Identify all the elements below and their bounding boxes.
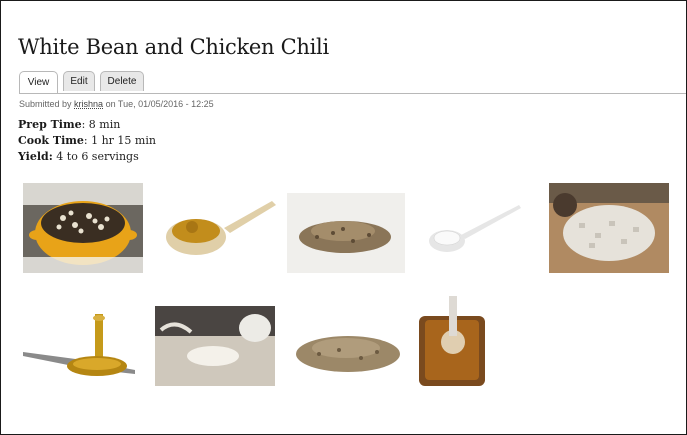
cook-time-label: Cook Time (18, 134, 84, 147)
tab-view-label: View (27, 77, 50, 88)
chili-pot-image[interactable] (23, 183, 143, 273)
prep-time-row: Prep Time: 8 min (18, 117, 156, 133)
tab-bar: View Edit Delete (19, 71, 686, 94)
recipe-fields: Prep Time: 8 min Cook Time: 1 hr 15 min … (18, 117, 156, 165)
chopped-onion-image[interactable] (549, 183, 669, 273)
submitted-info: Submitted by krishna on Tue, 01/05/2016 … (19, 99, 214, 109)
page-title: White Bean and Chicken Chili (18, 35, 329, 59)
ground-spice-image[interactable] (291, 306, 405, 386)
yield-value: 4 to 6 servings (52, 150, 139, 163)
author-link[interactable]: krishna (74, 99, 103, 109)
cumin-spoon-image[interactable] (164, 193, 276, 263)
tab-edit-label: Edit (70, 76, 88, 87)
prep-time-value: : 8 min (81, 118, 121, 131)
cook-time-row: Cook Time: 1 hr 15 min (18, 133, 156, 149)
garlic-image[interactable] (155, 306, 275, 386)
page-frame: White Bean and Chicken Chili View Edit D… (0, 0, 687, 435)
olive-oil-image[interactable] (23, 314, 135, 386)
salt-spoon-image[interactable] (425, 199, 525, 257)
cook-time-value: : 1 hr 15 min (83, 134, 156, 147)
tab-view[interactable]: View (19, 71, 58, 93)
submitted-date: on Tue, 01/05/2016 - 12:25 (105, 99, 214, 109)
yield-row: Yield: 4 to 6 servings (18, 149, 156, 165)
oregano-image[interactable] (287, 193, 405, 273)
spice-jar-image[interactable] (417, 296, 487, 386)
tab-delete[interactable]: Delete (100, 71, 144, 91)
tab-edit[interactable]: Edit (63, 71, 95, 91)
tab-delete-label: Delete (107, 76, 137, 87)
yield-label: Yield: (18, 150, 53, 163)
submitted-prefix: Submitted by (19, 99, 72, 109)
prep-time-label: Prep Time (18, 118, 82, 131)
